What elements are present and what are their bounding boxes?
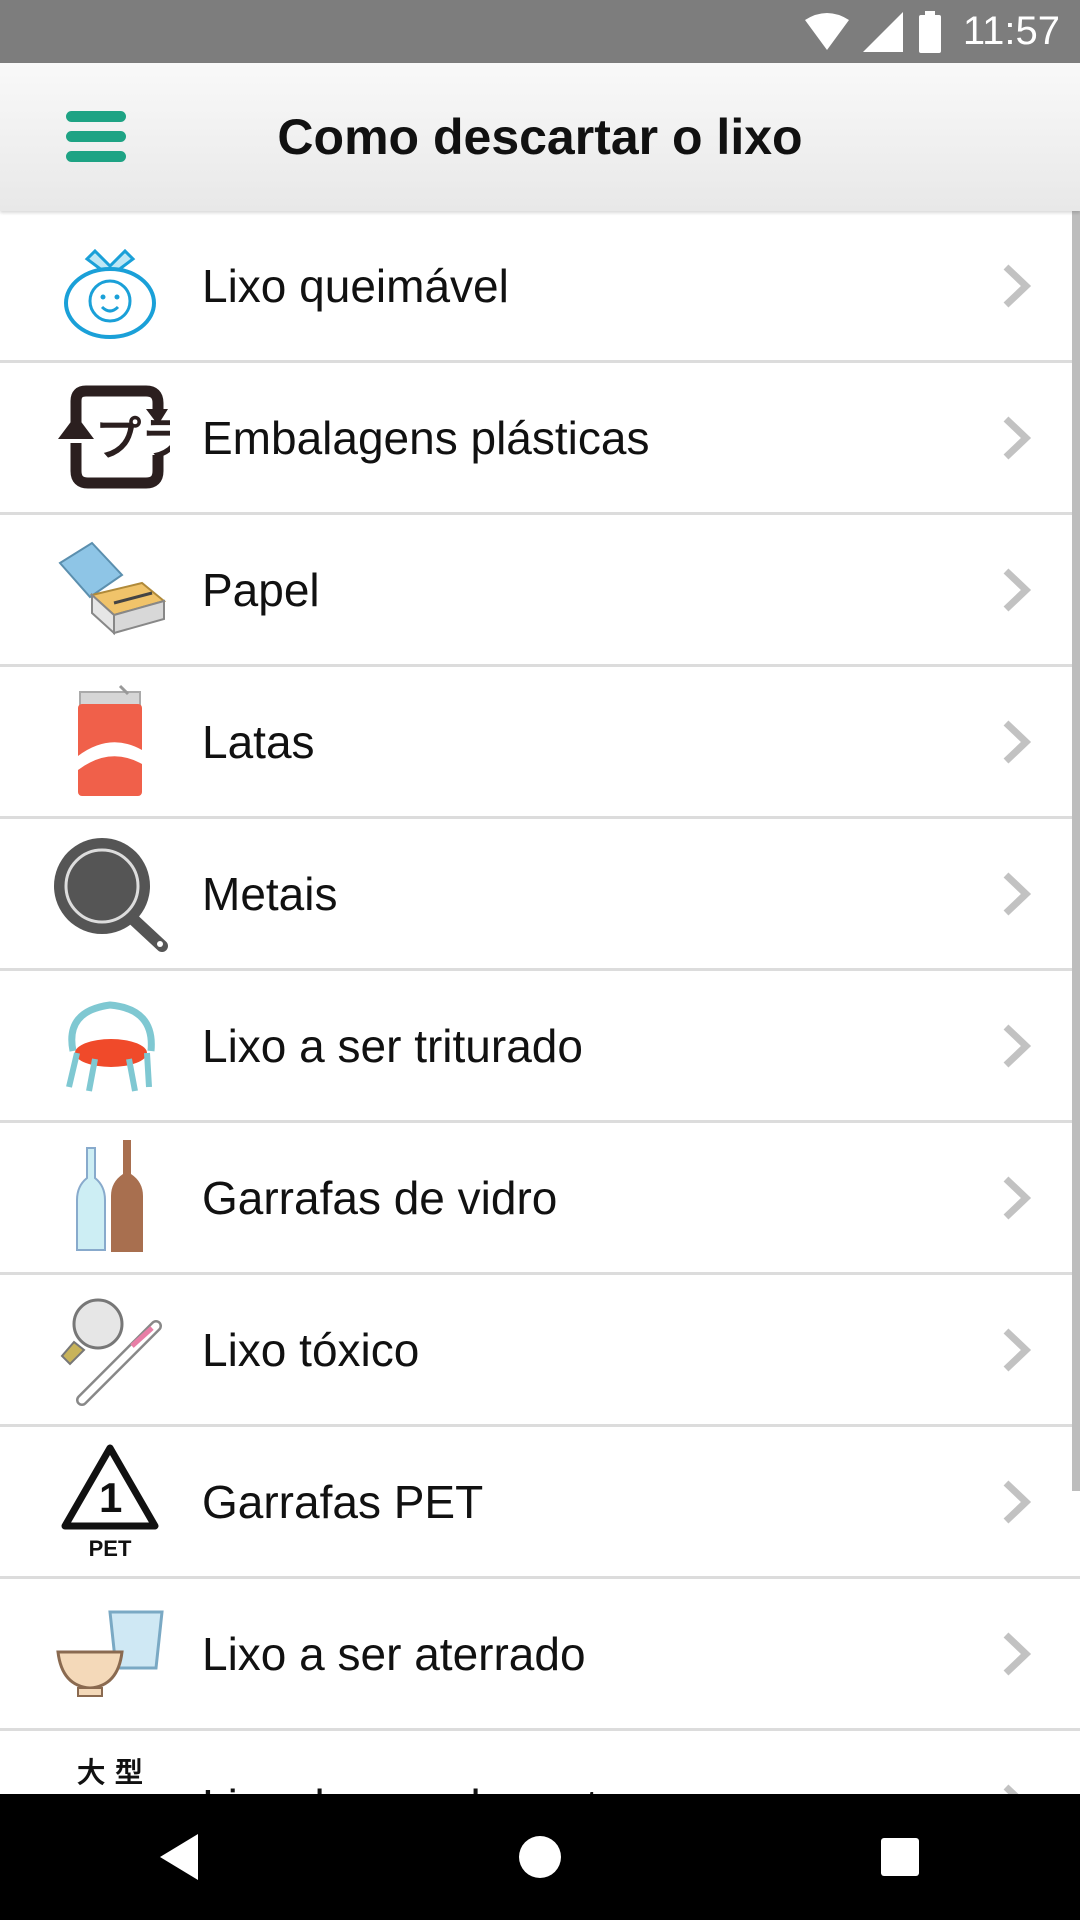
chair-icon: [50, 986, 170, 1106]
scrollbar[interactable]: [1072, 211, 1080, 1491]
chevron-right-icon: [1003, 415, 1032, 460]
bulb-thermometer-icon: [50, 1290, 170, 1410]
pet-recycle-icon: 1 PET: [50, 1442, 170, 1562]
list-item[interactable]: 大 型 Lixo de grande porte: [0, 1731, 1080, 1794]
list-item-label: Latas: [202, 715, 315, 768]
list-item[interactable]: Lixo queimável: [0, 211, 1080, 363]
back-button[interactable]: [120, 1797, 240, 1917]
chevron-right-icon: [1003, 719, 1032, 764]
chevron-right-icon: [1003, 1023, 1032, 1068]
chevron-right-icon: [1003, 1175, 1032, 1220]
svg-text:1: 1: [99, 1474, 122, 1521]
list-item[interactable]: Papel: [0, 515, 1080, 667]
frying-pan-icon: [50, 834, 170, 954]
status-time: 11:57: [962, 9, 1060, 53]
glass-bottles-icon: [50, 1138, 170, 1258]
list-item[interactable]: Lixo a ser aterrado: [0, 1579, 1080, 1731]
recents-square-icon: [881, 1838, 919, 1876]
back-triangle-icon: [160, 1834, 198, 1880]
category-list[interactable]: Lixo queimável プラ Embalagens plásticas P…: [0, 211, 1080, 1794]
paper-stack-icon: [50, 530, 170, 650]
chevron-right-icon: [1003, 871, 1032, 916]
chevron-right-icon: [1003, 1783, 1019, 1794]
burnable-bag-icon: [50, 226, 170, 346]
list-item[interactable]: Metais: [0, 819, 1080, 971]
large-furniture-icon: 大 型: [50, 1746, 170, 1794]
home-button[interactable]: [480, 1797, 600, 1917]
status-icons: 11:57: [804, 0, 1060, 63]
page-title: Como descartar o lixo: [277, 109, 803, 165]
pet-label: PET: [89, 1536, 132, 1561]
list-item-label: Embalagens plásticas: [202, 411, 650, 464]
list-item-label: Metais: [202, 867, 338, 920]
wifi-icon: [804, 12, 849, 50]
list-item-label: Lixo de grande porte: [202, 1779, 1080, 1795]
plastic-recycle-icon: プラ: [50, 378, 170, 498]
chevron-right-icon: [1003, 1479, 1032, 1524]
list-item[interactable]: Garrafas de vidro: [0, 1123, 1080, 1275]
list-item[interactable]: Lixo tóxico: [0, 1275, 1080, 1427]
list-item-label: Papel: [202, 563, 320, 616]
list-item[interactable]: Latas: [0, 667, 1080, 819]
list-item-label: Lixo a ser triturado: [202, 1019, 583, 1072]
list-item-label: Garrafas de vidro: [202, 1171, 558, 1224]
list-item-label: Garrafas PET: [202, 1475, 484, 1528]
list-item[interactable]: 1 PET Garrafas PET: [0, 1427, 1080, 1579]
svg-text:プラ: プラ: [95, 412, 170, 466]
list-item[interactable]: プラ Embalagens plásticas: [0, 363, 1080, 515]
chevron-right-icon: [1003, 567, 1032, 612]
chevron-right-icon: [1003, 263, 1032, 308]
recents-button[interactable]: [840, 1797, 960, 1917]
app-bar: Como descartar o lixo: [0, 63, 1080, 211]
system-nav-bar: [0, 1794, 1080, 1920]
cell-signal-icon: [862, 11, 903, 52]
ceramic-glass-icon: [50, 1594, 170, 1714]
battery-icon: [918, 10, 941, 53]
list-item-label: Lixo tóxico: [202, 1323, 420, 1376]
large-icon-label: 大 型: [77, 1756, 143, 1789]
can-icon: [50, 682, 170, 802]
list-item-label: Lixo queimável: [202, 259, 509, 312]
chevron-right-icon: [1003, 1631, 1032, 1676]
list-item[interactable]: Lixo a ser triturado: [0, 971, 1080, 1123]
status-bar: 11:57: [0, 0, 1080, 63]
home-circle-icon: [519, 1836, 561, 1878]
chevron-right-icon: [1003, 1327, 1032, 1372]
list-item-label: Lixo a ser aterrado: [202, 1627, 586, 1680]
